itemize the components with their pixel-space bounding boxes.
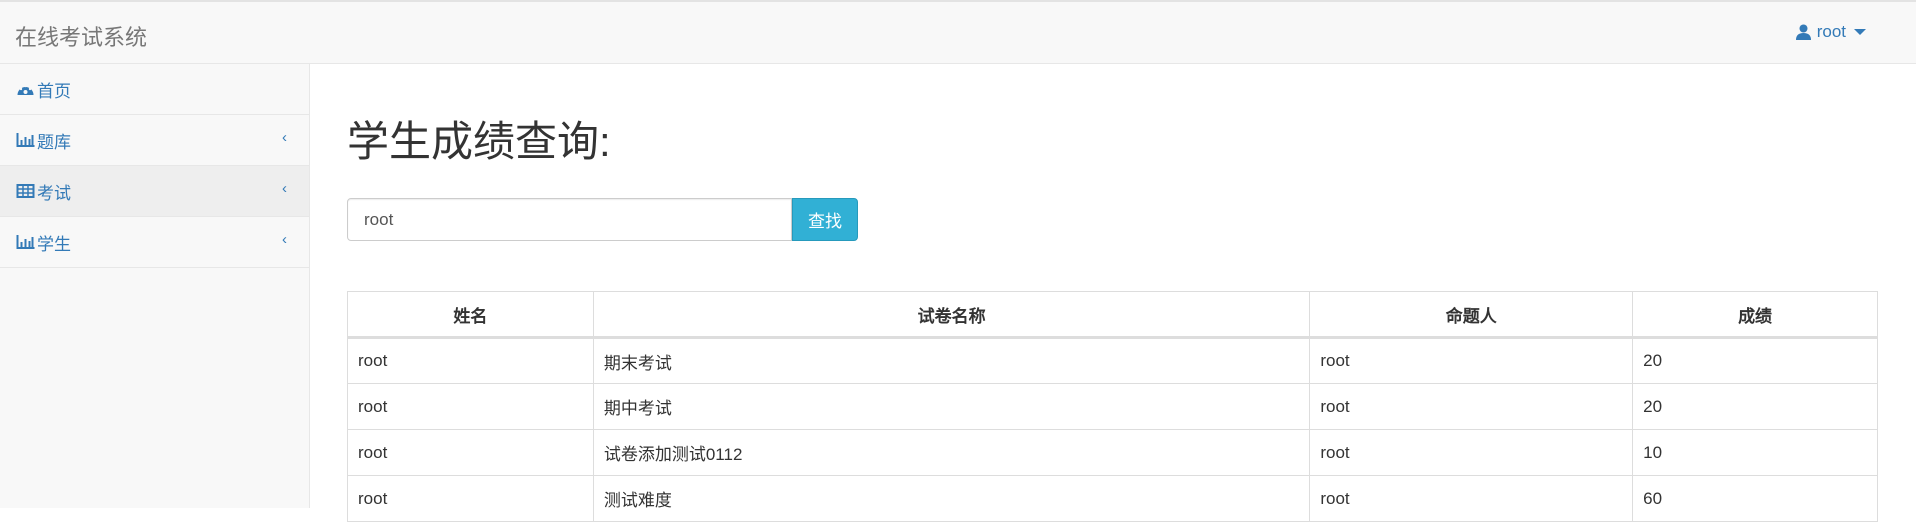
table-cell: 期中考试 (592, 383, 1311, 430)
table-cell: root (347, 337, 594, 384)
main-content: 学生成绩查询: 查找 姓名 试卷名称 命题人 成绩 root期末考试root20… (347, 64, 1878, 522)
chevron-left-icon: ‹ (282, 129, 287, 146)
bar-chart-icon (16, 133, 35, 147)
sidebar: 首页 题库 ‹ 考试 ‹ 学生 ‹ (0, 64, 310, 508)
user-name: root (1816, 22, 1846, 41)
table-cell: root (347, 429, 594, 476)
table-cell: 10 (1632, 429, 1878, 476)
search-button[interactable]: 查找 (792, 198, 858, 241)
column-header: 试卷名称 (592, 291, 1311, 339)
table-icon (16, 184, 35, 198)
table-cell: 测试难度 (592, 475, 1311, 522)
chevron-left-icon: ‹ (282, 180, 287, 197)
table-cell: root (347, 383, 594, 430)
search-form: 查找 (347, 198, 1878, 241)
caret-down-icon (1854, 29, 1866, 35)
sidebar-item-question-bank[interactable]: 题库 ‹ (0, 115, 309, 166)
table-row: root 测试难度 root 60 (347, 475, 1878, 522)
sidebar-item-label: 学生 (37, 234, 71, 254)
table-cell: 20 (1632, 383, 1878, 430)
table-cell: 20 (1632, 337, 1878, 384)
sidebar-item-label: 题库 (37, 132, 71, 152)
sidebar-item-student[interactable]: 学生 ‹ (0, 217, 309, 268)
sidebar-item-label: 考试 (37, 183, 71, 203)
table-cell: 试卷添加测试0112 (592, 429, 1311, 476)
search-input[interactable] (347, 198, 792, 241)
chevron-left-icon: ‹ (282, 231, 287, 248)
bar-chart-icon (16, 235, 35, 249)
column-header: 姓名 (347, 291, 594, 339)
column-header: 命题人 (1309, 291, 1634, 339)
sidebar-item-exam[interactable]: 考试 ‹ (0, 166, 309, 217)
table-header-row: 姓名 试卷名称 命题人 成绩 (347, 291, 1878, 339)
table-cell: root (1309, 383, 1634, 430)
page-title: 学生成绩查询: (347, 118, 611, 165)
table-cell: 期末考试 (592, 337, 1311, 384)
dashboard-icon (17, 84, 34, 95)
table-cell: 60 (1632, 475, 1878, 522)
user-icon (1795, 24, 1811, 40)
table-cell: root (347, 475, 594, 522)
score-table: 姓名 试卷名称 命题人 成绩 root 期末考试 root 20 root 期中考试 roo… (347, 291, 1878, 522)
sidebar-item-label: 首页 (37, 81, 71, 101)
table-cell: root (1309, 475, 1634, 522)
brand[interactable]: 在线考试系统 (15, 20, 147, 52)
navbar: 在线考试系统 root (0, 0, 1916, 64)
table-row: root 期末考试 root 20 (347, 337, 1878, 384)
table-cell: root (1309, 337, 1634, 384)
table-row: root 期中考试 root 20 (347, 383, 1878, 430)
sidebar-item-home[interactable]: 首页 (0, 64, 309, 115)
table-cell: root (1309, 429, 1634, 476)
table-row: root 试卷添加测试0112 root 10 (347, 429, 1878, 476)
column-header: 成绩 (1632, 291, 1878, 339)
user-menu[interactable]: root (1795, 22, 1866, 42)
